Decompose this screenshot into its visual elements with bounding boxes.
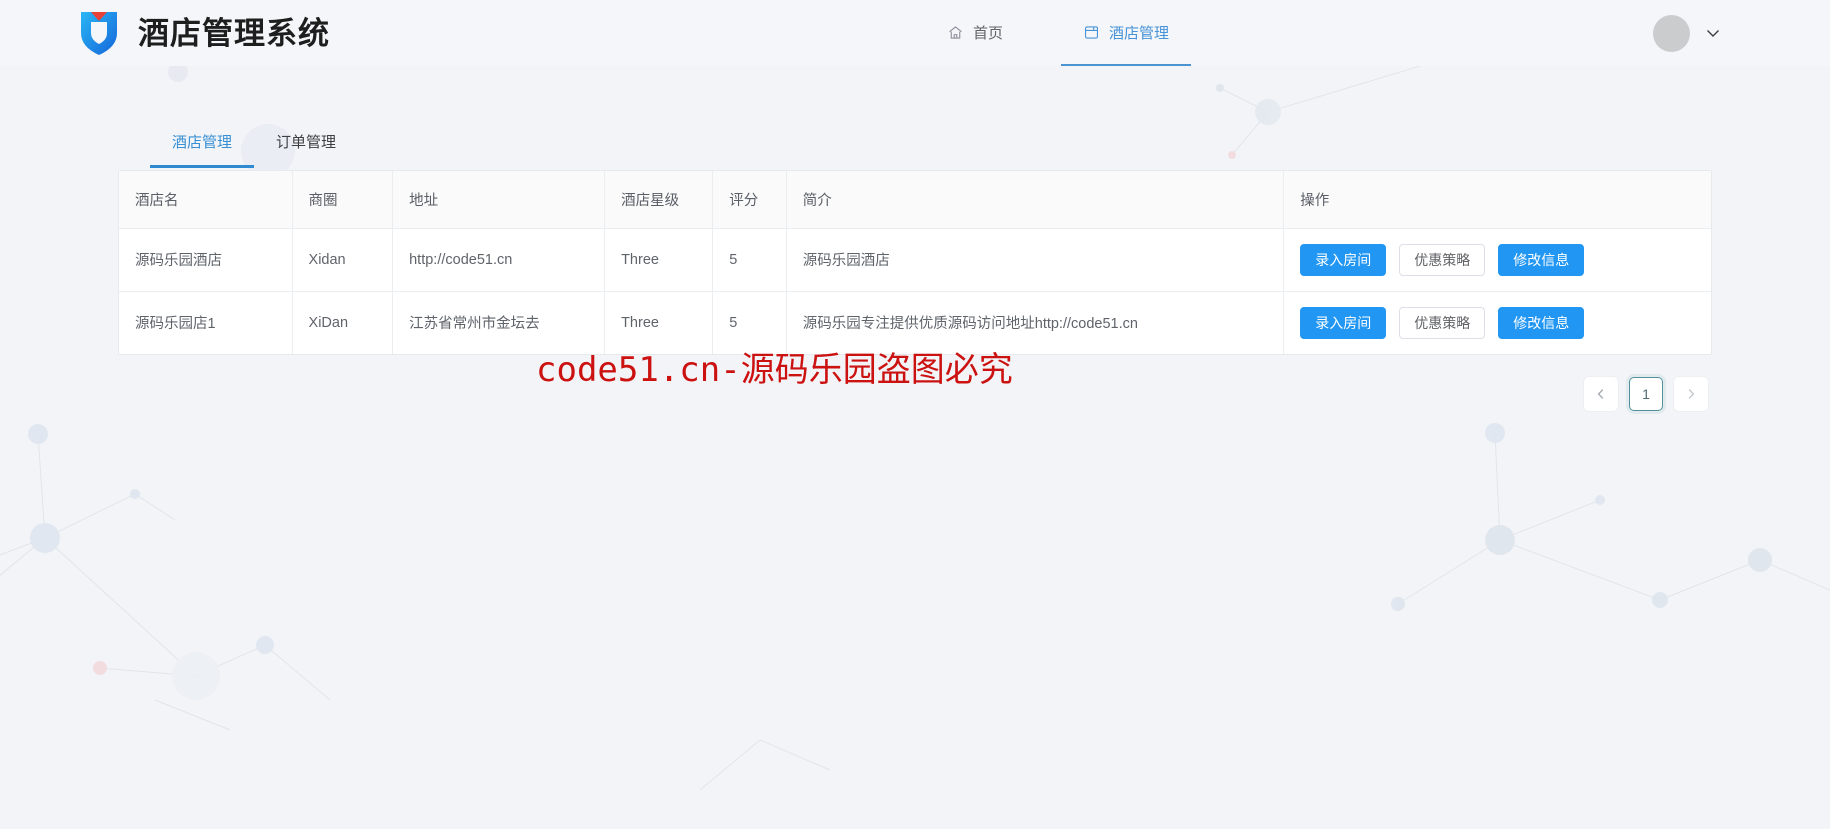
table-header: 酒店名 商圈 地址 酒店星级 评分 简介 操作 bbox=[119, 171, 1711, 229]
pagination: 1 bbox=[118, 376, 1712, 411]
nav-item-hotel-management-label: 酒店管理 bbox=[1109, 24, 1170, 42]
table-row: 源码乐园店1 XiDan 江苏省常州市金坛去 Three 5 源码乐园专注提供优… bbox=[119, 291, 1711, 354]
app-header: 酒店管理系统 首页 酒店管理 bbox=[0, 0, 1830, 66]
hotel-table-container: 酒店名 商圈 地址 酒店星级 评分 简介 操作 源码乐园酒店 Xidan htt… bbox=[118, 170, 1712, 355]
cell-score: 5 bbox=[712, 228, 787, 292]
pagination-page-1-label: 1 bbox=[1642, 385, 1650, 402]
column-header-score: 评分 bbox=[712, 171, 787, 229]
cell-hotel-name: 源码乐园酒店 bbox=[119, 228, 293, 292]
cell-star-level: Three bbox=[604, 291, 714, 354]
table-header-row: 酒店名 商圈 地址 酒店星级 评分 简介 操作 bbox=[119, 171, 1711, 229]
pagination-next-button[interactable] bbox=[1674, 376, 1708, 411]
hotel-table: 酒店名 商圈 地址 酒店星级 评分 简介 操作 源码乐园酒店 Xidan htt… bbox=[119, 171, 1711, 354]
column-header-address: 地址 bbox=[392, 171, 606, 229]
pagination-page-1[interactable]: 1 bbox=[1629, 376, 1663, 411]
main-content: 酒店管理 订单管理 酒店名 商圈 地址 酒店星级 评分 简介 操作 源码乐园酒店… bbox=[0, 112, 1830, 411]
column-header-business-area: 商圈 bbox=[292, 171, 394, 229]
app-root: 酒店管理系统 首页 酒店管理 酒店管理 订单管理 酒店名 商圈 地址 酒店星级 … bbox=[0, 0, 1830, 829]
window-icon bbox=[1083, 24, 1100, 41]
tab-order-management-label: 订单管理 bbox=[276, 134, 337, 151]
page-title: 酒店管理系统 bbox=[138, 15, 330, 51]
cell-description: 源码乐园酒店 bbox=[786, 228, 1285, 292]
row-actions: 录入房间 优惠策略 修改信息 bbox=[1300, 243, 1695, 276]
tab-hotel-management-label: 酒店管理 bbox=[172, 134, 233, 151]
add-room-button[interactable]: 录入房间 bbox=[1300, 306, 1387, 339]
nav-item-home[interactable]: 首页 bbox=[925, 0, 1025, 66]
cell-operations: 录入房间 优惠策略 修改信息 bbox=[1283, 228, 1711, 292]
column-header-star-level: 酒店星级 bbox=[604, 171, 714, 229]
row-actions: 录入房间 优惠策略 修改信息 bbox=[1300, 306, 1695, 339]
discount-policy-button[interactable]: 优惠策略 bbox=[1399, 243, 1486, 276]
chevron-right-icon bbox=[1688, 388, 1695, 399]
nav-item-home-label: 首页 bbox=[973, 24, 1004, 42]
cell-business-area: Xidan bbox=[292, 228, 394, 292]
column-header-hotel-name: 酒店名 bbox=[119, 171, 293, 229]
nav-item-hotel-management[interactable]: 酒店管理 bbox=[1061, 0, 1192, 66]
tab-order-management[interactable]: 订单管理 bbox=[254, 131, 358, 168]
cell-score: 5 bbox=[712, 291, 787, 354]
cell-star-level: Three bbox=[604, 228, 714, 292]
table-row: 源码乐园酒店 Xidan http://code51.cn Three 5 源码… bbox=[119, 228, 1711, 292]
chevron-down-icon[interactable] bbox=[1706, 29, 1720, 38]
cell-address: http://code51.cn bbox=[392, 228, 606, 292]
pagination-prev-button[interactable] bbox=[1584, 376, 1618, 411]
cell-business-area: XiDan bbox=[292, 291, 394, 354]
discount-policy-button[interactable]: 优惠策略 bbox=[1399, 306, 1486, 339]
tab-bar: 酒店管理 订单管理 bbox=[118, 112, 1712, 168]
shield-v-logo-icon bbox=[81, 12, 117, 55]
tab-hotel-management[interactable]: 酒店管理 bbox=[150, 131, 255, 168]
column-header-operations: 操作 bbox=[1283, 171, 1711, 229]
column-header-description: 简介 bbox=[786, 171, 1285, 229]
brand: 酒店管理系统 bbox=[78, 9, 330, 57]
avatar[interactable] bbox=[1653, 14, 1690, 52]
home-icon bbox=[947, 24, 964, 41]
cell-address: 江苏省常州市金坛去 bbox=[392, 291, 606, 354]
cell-hotel-name: 源码乐园店1 bbox=[119, 291, 293, 354]
chevron-left-icon bbox=[1597, 388, 1604, 399]
edit-info-button[interactable]: 修改信息 bbox=[1498, 306, 1585, 339]
user-menu[interactable] bbox=[1653, 14, 1782, 52]
add-room-button[interactable]: 录入房间 bbox=[1300, 243, 1387, 276]
edit-info-button[interactable]: 修改信息 bbox=[1498, 243, 1585, 276]
cell-operations: 录入房间 优惠策略 修改信息 bbox=[1284, 291, 1711, 354]
main-nav: 首页 酒店管理 bbox=[925, 0, 1192, 66]
table-body: 源码乐园酒店 Xidan http://code51.cn Three 5 源码… bbox=[119, 228, 1711, 354]
cell-description: 源码乐园专注提供优质源码访问地址http://code51.cn bbox=[786, 291, 1285, 354]
